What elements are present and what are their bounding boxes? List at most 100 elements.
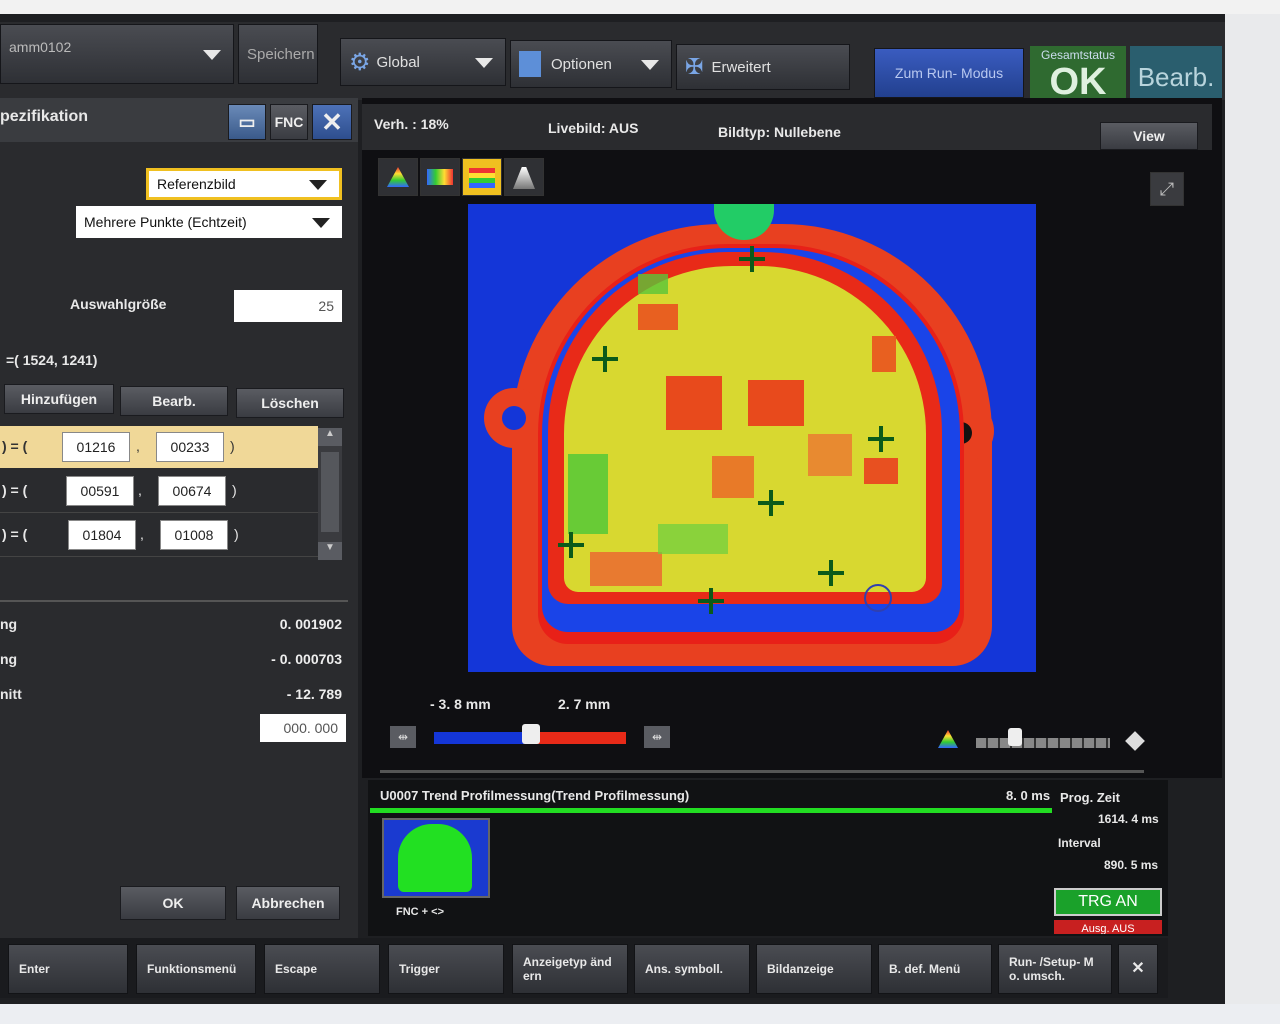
user-menu-button[interactable]: B. def. Menü [878, 944, 992, 994]
point-row-prefix: ) = ( [2, 526, 28, 542]
delete-button[interactable]: Löschen [236, 388, 344, 418]
add-button[interactable]: Hinzufügen [4, 384, 114, 414]
escape-button[interactable]: Escape [264, 944, 380, 994]
scroll-up-icon[interactable]: ▲ [318, 428, 342, 446]
points-scrollbar[interactable]: ▲ ▼ [318, 428, 342, 560]
component [590, 552, 662, 586]
point-row[interactable]: ) = ( 01216 , 00233 ) [0, 426, 318, 468]
prog-time-value: 1614. 4 ms [1098, 812, 1159, 826]
selection-size-value: 25 [318, 298, 334, 314]
function-menu-button[interactable]: Funktionsmenü [136, 944, 256, 994]
zero-plane-button[interactable] [462, 158, 502, 196]
fnc-button[interactable]: FNC [270, 104, 308, 140]
range-shrink-button[interactable]: ⇹ [390, 726, 416, 748]
green-region [658, 524, 728, 554]
reference-select[interactable]: Referenzbild [146, 168, 342, 200]
point-row[interactable]: ) = ( 00591 , 00674 ) [0, 470, 318, 513]
chevron-down-icon [475, 58, 493, 68]
fullscreen-button[interactable]: ⤢ [1150, 172, 1184, 206]
close-button[interactable]: ✕ [312, 104, 352, 140]
point-x-field[interactable]: 01216 [62, 432, 130, 462]
result-value: - 0. 000703 [271, 651, 342, 667]
measure-point-marker[interactable] [592, 346, 618, 372]
point-row[interactable]: ) = ( 01804 , 01008 ) [0, 514, 318, 557]
height-color-button[interactable] [378, 158, 418, 196]
enter-button[interactable]: Enter [8, 944, 128, 994]
range-slider-handle[interactable] [522, 724, 540, 744]
desktop-top-strip [0, 0, 1280, 14]
options-menu[interactable]: Optionen [510, 40, 672, 88]
measure-point-marker[interactable] [868, 426, 894, 452]
point-y-field[interactable]: 01008 [160, 520, 228, 550]
measure-point-marker[interactable] [818, 560, 844, 586]
edit-label: Bearb. [152, 393, 196, 409]
monitor-button[interactable]: ▭ [228, 104, 266, 140]
point-x-value: 00591 [80, 483, 120, 499]
compare-view-button[interactable] [420, 158, 460, 196]
measure-point-marker[interactable] [739, 246, 765, 272]
view-label: View [1133, 128, 1165, 144]
edit-button[interactable]: Bearb. [120, 386, 228, 416]
panel-title: pezifikation [0, 108, 89, 125]
point-y-field[interactable]: 00233 [156, 432, 224, 462]
point-x-field[interactable]: 01804 [68, 520, 136, 550]
section-divider [0, 600, 348, 602]
trigger-on-button[interactable]: TRG AN [1054, 888, 1162, 916]
show-symbols-button[interactable]: Ans. symboll. [634, 944, 750, 994]
image-display-button[interactable]: Bildanzeige [756, 944, 872, 994]
height-map-image[interactable] [468, 204, 1036, 672]
global-label: Global [376, 53, 420, 71]
save-button[interactable]: Speichern [238, 24, 318, 84]
scroll-thumb[interactable] [321, 452, 339, 532]
options-label: Optionen [551, 55, 612, 73]
global-menu[interactable]: ⚙ Global [340, 38, 506, 86]
trend-thumbnail[interactable] [382, 818, 490, 898]
document-icon [519, 51, 541, 77]
scroll-down-icon[interactable]: ▼ [318, 542, 342, 560]
selection-size-input[interactable]: 25 [234, 290, 342, 322]
gain-slider[interactable] [976, 738, 1110, 748]
measure-point-marker[interactable] [558, 532, 584, 558]
comma-separator: , [136, 438, 140, 454]
display-type-button[interactable]: Anzeigetyp änd ern [512, 944, 628, 994]
ok-button[interactable]: OK [120, 886, 226, 920]
range-expand-button[interactable]: ⇹ [644, 726, 670, 748]
comma-separator: , [138, 482, 142, 498]
cancel-label: Abbrechen [251, 895, 325, 911]
component [666, 376, 722, 430]
component [872, 336, 896, 372]
trigger-on-label: TRG AN [1078, 893, 1138, 910]
reference-select-value: Referenzbild [157, 176, 236, 192]
offset-input[interactable]: 000. 000 [260, 714, 346, 742]
user-menu-label: B. def. Menü [889, 962, 961, 976]
function-menu-label: Funktionsmenü [147, 962, 237, 976]
output-off-button[interactable]: Ausg. AUS [1054, 920, 1162, 934]
extended-menu[interactable]: ✠ Erweitert [676, 44, 850, 90]
point-x-value: 01216 [76, 439, 116, 455]
trigger-button[interactable]: Trigger [388, 944, 504, 994]
point-row-prefix: ) = ( [2, 482, 28, 498]
trend-fnc-label: FNC + <> [396, 906, 444, 918]
zoom-ratio: Verh. : 18% [374, 116, 449, 132]
result-value: 0. 001902 [279, 616, 342, 632]
measure-point-marker[interactable] [698, 588, 724, 614]
point-y-field[interactable]: 00674 [158, 476, 226, 506]
measure-point-marker[interactable] [758, 490, 784, 516]
cancel-button[interactable]: Abbrechen [236, 886, 340, 920]
view-button[interactable]: View [1100, 122, 1198, 150]
grayscale-button[interactable] [504, 158, 544, 196]
range-max-label: 2. 7 mm [558, 696, 611, 712]
status-value: OK [1049, 61, 1107, 103]
gain-slider-handle[interactable] [1008, 728, 1022, 746]
component [864, 458, 898, 484]
run-setup-toggle-button[interactable]: Run- /Setup- M o. umsch. [998, 944, 1112, 994]
bottom-close-button[interactable]: ✕ [1118, 944, 1158, 994]
run-mode-button[interactable]: Zum Run- Modus [874, 48, 1024, 98]
program-select[interactable]: amm0102 [0, 24, 234, 84]
point-x-field[interactable]: 00591 [66, 476, 134, 506]
component [638, 304, 678, 330]
points-mode-select[interactable]: Mehrere Punkte (Echtzeit) [76, 206, 342, 238]
selection-size-label: Auswahlgröße [70, 296, 167, 312]
selection-circle[interactable] [864, 584, 892, 612]
os-taskbar [0, 1004, 1280, 1024]
